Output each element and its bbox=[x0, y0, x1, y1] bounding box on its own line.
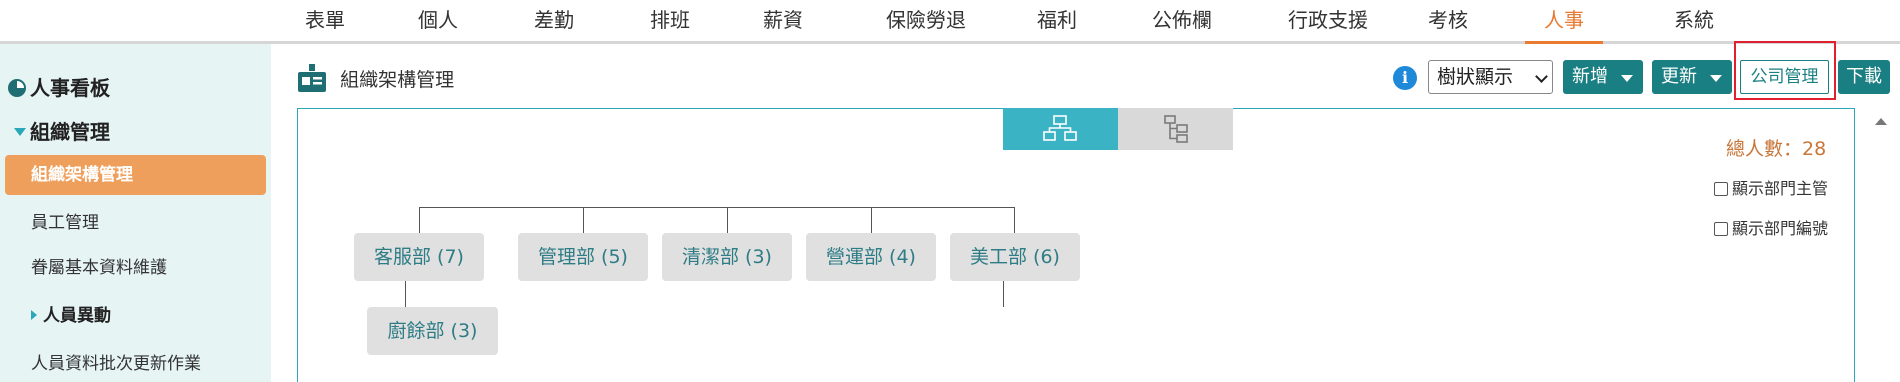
scroll-up-icon[interactable] bbox=[1875, 118, 1887, 125]
tab-admin-support[interactable]: 行政支援 bbox=[1273, 0, 1383, 41]
caret-down-icon bbox=[1710, 75, 1722, 82]
tab-personal[interactable]: 個人 bbox=[396, 0, 480, 41]
tab-hr[interactable]: 人事 bbox=[1525, 0, 1603, 44]
tab-evaluation[interactable]: 考核 bbox=[1406, 0, 1490, 41]
total-headcount: 總人數：28 bbox=[1726, 138, 1827, 160]
sidebar-item-employee-management[interactable]: 員工管理 bbox=[31, 208, 302, 233]
hierarchy-icon bbox=[1043, 115, 1077, 141]
org-connector-line bbox=[871, 207, 872, 233]
add-button-label: 新增 bbox=[1572, 66, 1608, 87]
caret-down-icon bbox=[1621, 75, 1633, 82]
org-connector-line bbox=[405, 281, 406, 307]
show-codes-checkbox[interactable]: 顯示部門編號 bbox=[1714, 215, 1828, 239]
triangle-right-icon bbox=[31, 310, 37, 320]
dept-node[interactable]: 客服部 (7) bbox=[354, 233, 484, 281]
tab-system[interactable]: 系統 bbox=[1652, 0, 1736, 41]
view-mode-select[interactable]: 樹狀顯示 bbox=[1428, 60, 1553, 94]
sidebar-item-hr-board[interactable]: 人事看板 bbox=[8, 72, 279, 101]
sidebar-group-label: 組織管理 bbox=[30, 120, 110, 144]
view-mode-value: 樹狀顯示 bbox=[1437, 66, 1514, 88]
org-connector-line bbox=[419, 207, 1014, 208]
tab-welfare[interactable]: 福利 bbox=[1015, 0, 1099, 41]
sidebar-group-personnel-changes[interactable]: 人員異動 bbox=[31, 301, 302, 326]
top-navigation: 表單 個人 差勤 排班 薪資 保險勞退 福利 公佈欄 行政支援 考核 人事 系統 bbox=[0, 0, 1900, 44]
sidebar-group-org-management[interactable]: 組織管理 bbox=[14, 116, 285, 145]
tree-view-toggle[interactable] bbox=[1118, 108, 1233, 150]
org-connector-line bbox=[1003, 281, 1004, 307]
dept-node[interactable]: 管理部 (5) bbox=[518, 233, 648, 281]
triangle-down-icon bbox=[14, 128, 26, 136]
tab-bulletin[interactable]: 公佈欄 bbox=[1139, 0, 1225, 41]
checkbox-label: 顯示部門編號 bbox=[1732, 219, 1829, 238]
checkbox-icon[interactable] bbox=[1714, 222, 1728, 236]
tab-attendance[interactable]: 差勤 bbox=[512, 0, 596, 41]
hierarchy-view-toggle[interactable] bbox=[1003, 108, 1118, 150]
tree-icon bbox=[1164, 115, 1188, 143]
tab-salary[interactable]: 薪資 bbox=[741, 0, 825, 41]
org-chart-icon bbox=[297, 63, 327, 93]
sidebar-group-label: 人員異動 bbox=[43, 306, 111, 326]
dept-node[interactable]: 美工部 (6) bbox=[950, 233, 1080, 281]
update-button-label: 更新 bbox=[1661, 66, 1697, 87]
dept-node[interactable]: 營運部 (4) bbox=[806, 233, 936, 281]
dept-node[interactable]: 清潔部 (3) bbox=[662, 233, 792, 281]
page-title: 組織架構管理 bbox=[340, 68, 455, 91]
org-connector-line bbox=[419, 207, 420, 233]
sidebar: 人事看板 組織管理 組織架構管理 員工管理 眷屬基本資料維護 人員異動 人員資料… bbox=[0, 44, 271, 382]
org-connector-line bbox=[727, 207, 728, 233]
org-connector-line bbox=[583, 207, 584, 233]
sidebar-item-label: 人事看板 bbox=[30, 76, 110, 100]
info-icon[interactable]: i bbox=[1393, 66, 1417, 90]
checkbox-label: 顯示部門主管 bbox=[1732, 179, 1829, 198]
sidebar-item-org-structure[interactable]: 組織架構管理 bbox=[5, 155, 266, 195]
sidebar-item-batch-update[interactable]: 人員資料批次更新作業 bbox=[31, 349, 302, 374]
page-header: 組織架構管理 bbox=[297, 63, 454, 93]
tab-scheduling[interactable]: 排班 bbox=[628, 0, 712, 41]
company-management-button[interactable]: 公司管理 bbox=[1740, 60, 1829, 94]
chevron-down-icon bbox=[1535, 70, 1548, 83]
add-dropdown-button[interactable]: 新增 bbox=[1563, 60, 1643, 94]
tab-insurance-pension[interactable]: 保險勞退 bbox=[866, 0, 986, 41]
org-connector-line bbox=[1014, 207, 1015, 233]
dept-node[interactable]: 廚餘部 (3) bbox=[367, 307, 498, 355]
checkbox-icon[interactable] bbox=[1714, 182, 1728, 196]
sidebar-item-dependents[interactable]: 眷屬基本資料維護 bbox=[31, 253, 302, 278]
download-button[interactable]: 下載 bbox=[1838, 60, 1890, 94]
pie-chart-icon bbox=[8, 79, 26, 97]
tab-forms[interactable]: 表單 bbox=[283, 0, 367, 41]
update-dropdown-button[interactable]: 更新 bbox=[1652, 60, 1732, 94]
show-managers-checkbox[interactable]: 顯示部門主管 bbox=[1714, 175, 1828, 199]
